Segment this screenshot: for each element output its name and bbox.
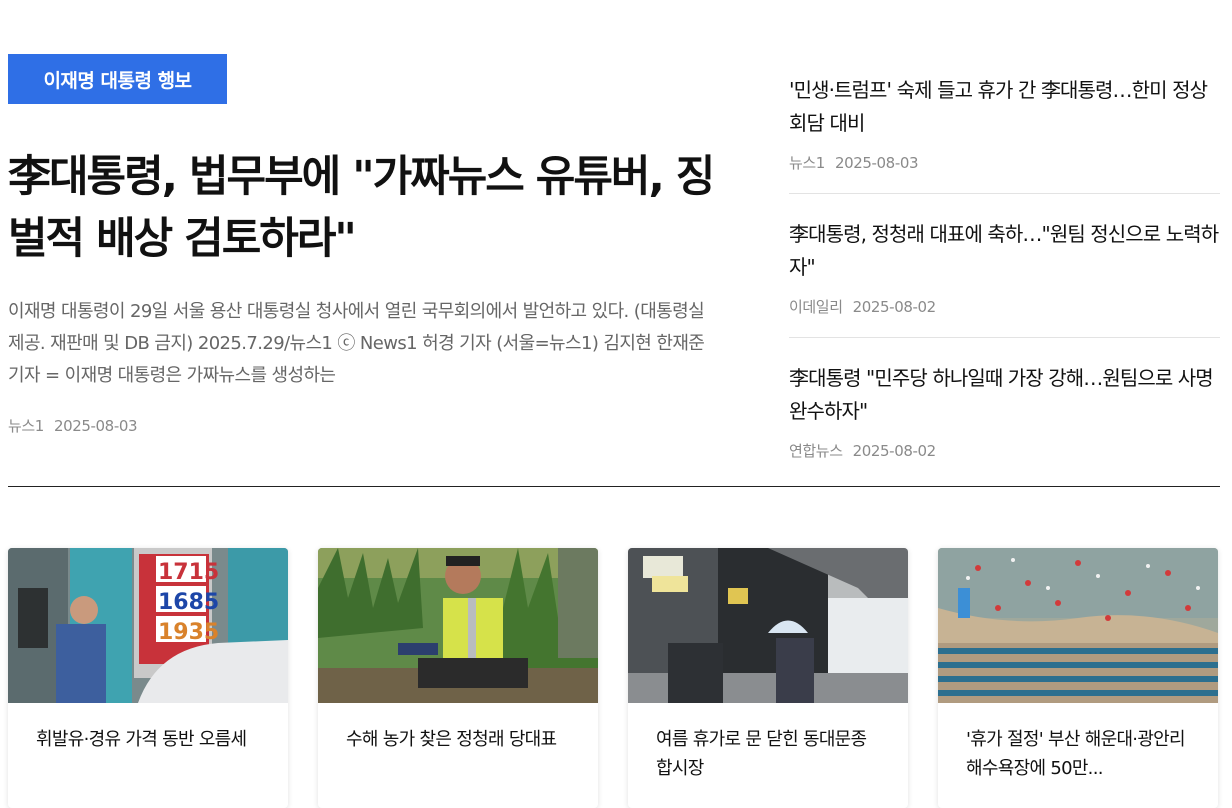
- side-news-title[interactable]: '민생·트럼프' 숙제 들고 휴가 간 李대통령…한미 정상회담 대비: [789, 74, 1220, 140]
- card-title[interactable]: '휴가 절정' 부산 해운대·광안리 해수욕장에 50만...: [938, 703, 1218, 783]
- photo-card-list: 1715 1685 1935 휘발유·경유 가격 동반 오름세 수해 농가 찾은…: [8, 548, 1220, 808]
- side-news-source: 이데일리: [789, 298, 843, 316]
- section-tag[interactable]: 이재명 대통령 행보: [8, 54, 227, 104]
- price-board-2: 1685: [158, 590, 219, 615]
- side-news-meta: 연합뉴스 2025-08-02: [789, 440, 1220, 461]
- card-thumbnail-beach[interactable]: [938, 548, 1218, 703]
- side-news-item[interactable]: 李대통령, 정청래 대표에 축하…"원팀 정신으로 노력하자" 이데일리 2025…: [789, 214, 1220, 338]
- side-news-date: 2025-08-02: [852, 442, 937, 460]
- side-news-title[interactable]: 李대통령, 정청래 대표에 축하…"원팀 정신으로 노력하자": [789, 218, 1220, 284]
- side-news-date: 2025-08-02: [852, 298, 937, 316]
- lead-headline[interactable]: 李대통령, 법무부에 "가짜뉴스 유튜버, 징벌적 배상 검토하라": [8, 146, 728, 270]
- lead-summary[interactable]: 이재명 대통령이 29일 서울 용산 대통령실 청사에서 열린 국무회의에서 발…: [8, 296, 720, 392]
- side-news-item[interactable]: '민생·트럼프' 숙제 들고 휴가 간 李대통령…한미 정상회담 대비 뉴스1 2…: [789, 70, 1220, 194]
- side-news-meta: 이데일리 2025-08-02: [789, 296, 1220, 317]
- side-news-title[interactable]: 李대통령 "민주당 하나일때 가장 강해…원팀으로 사명 완수하자": [789, 362, 1220, 428]
- side-news-meta: 뉴스1 2025-08-03: [789, 152, 1220, 173]
- card-title[interactable]: 여름 휴가로 문 닫힌 동대문종합시장: [628, 703, 908, 783]
- lead-source: 뉴스1: [8, 417, 44, 435]
- photo-card[interactable]: '휴가 절정' 부산 해운대·광안리 해수욕장에 50만...: [938, 548, 1218, 808]
- side-news-source: 뉴스1: [789, 154, 825, 172]
- photo-card[interactable]: 수해 농가 찾은 정청래 당대표: [318, 548, 598, 808]
- photo-card[interactable]: 1715 1685 1935 휘발유·경유 가격 동반 오름세: [8, 548, 288, 808]
- section-divider: [8, 486, 1220, 487]
- side-news-date: 2025-08-03: [834, 154, 919, 172]
- card-title[interactable]: 수해 농가 찾은 정청래 당대표: [318, 703, 598, 754]
- photo-card[interactable]: 여름 휴가로 문 닫힌 동대문종합시장: [628, 548, 908, 808]
- price-board-1: 1715: [158, 560, 219, 585]
- side-news-source: 연합뉴스: [789, 442, 843, 460]
- side-news-item[interactable]: 李대통령 "민주당 하나일때 가장 강해…원팀으로 사명 완수하자" 연합뉴스 2…: [789, 358, 1220, 481]
- lead-date: 2025-08-03: [53, 417, 138, 435]
- side-news-list: '민생·트럼프' 숙제 들고 휴가 간 李대통령…한미 정상회담 대비 뉴스1 2…: [789, 70, 1220, 501]
- price-board-3: 1935: [158, 620, 219, 645]
- card-thumbnail-market[interactable]: [628, 548, 908, 703]
- lead-meta: 뉴스1 2025-08-03: [8, 415, 138, 436]
- card-thumbnail-farm[interactable]: [318, 548, 598, 703]
- card-title[interactable]: 휘발유·경유 가격 동반 오름세: [8, 703, 288, 754]
- card-thumbnail-gas-station[interactable]: 1715 1685 1935: [8, 548, 288, 703]
